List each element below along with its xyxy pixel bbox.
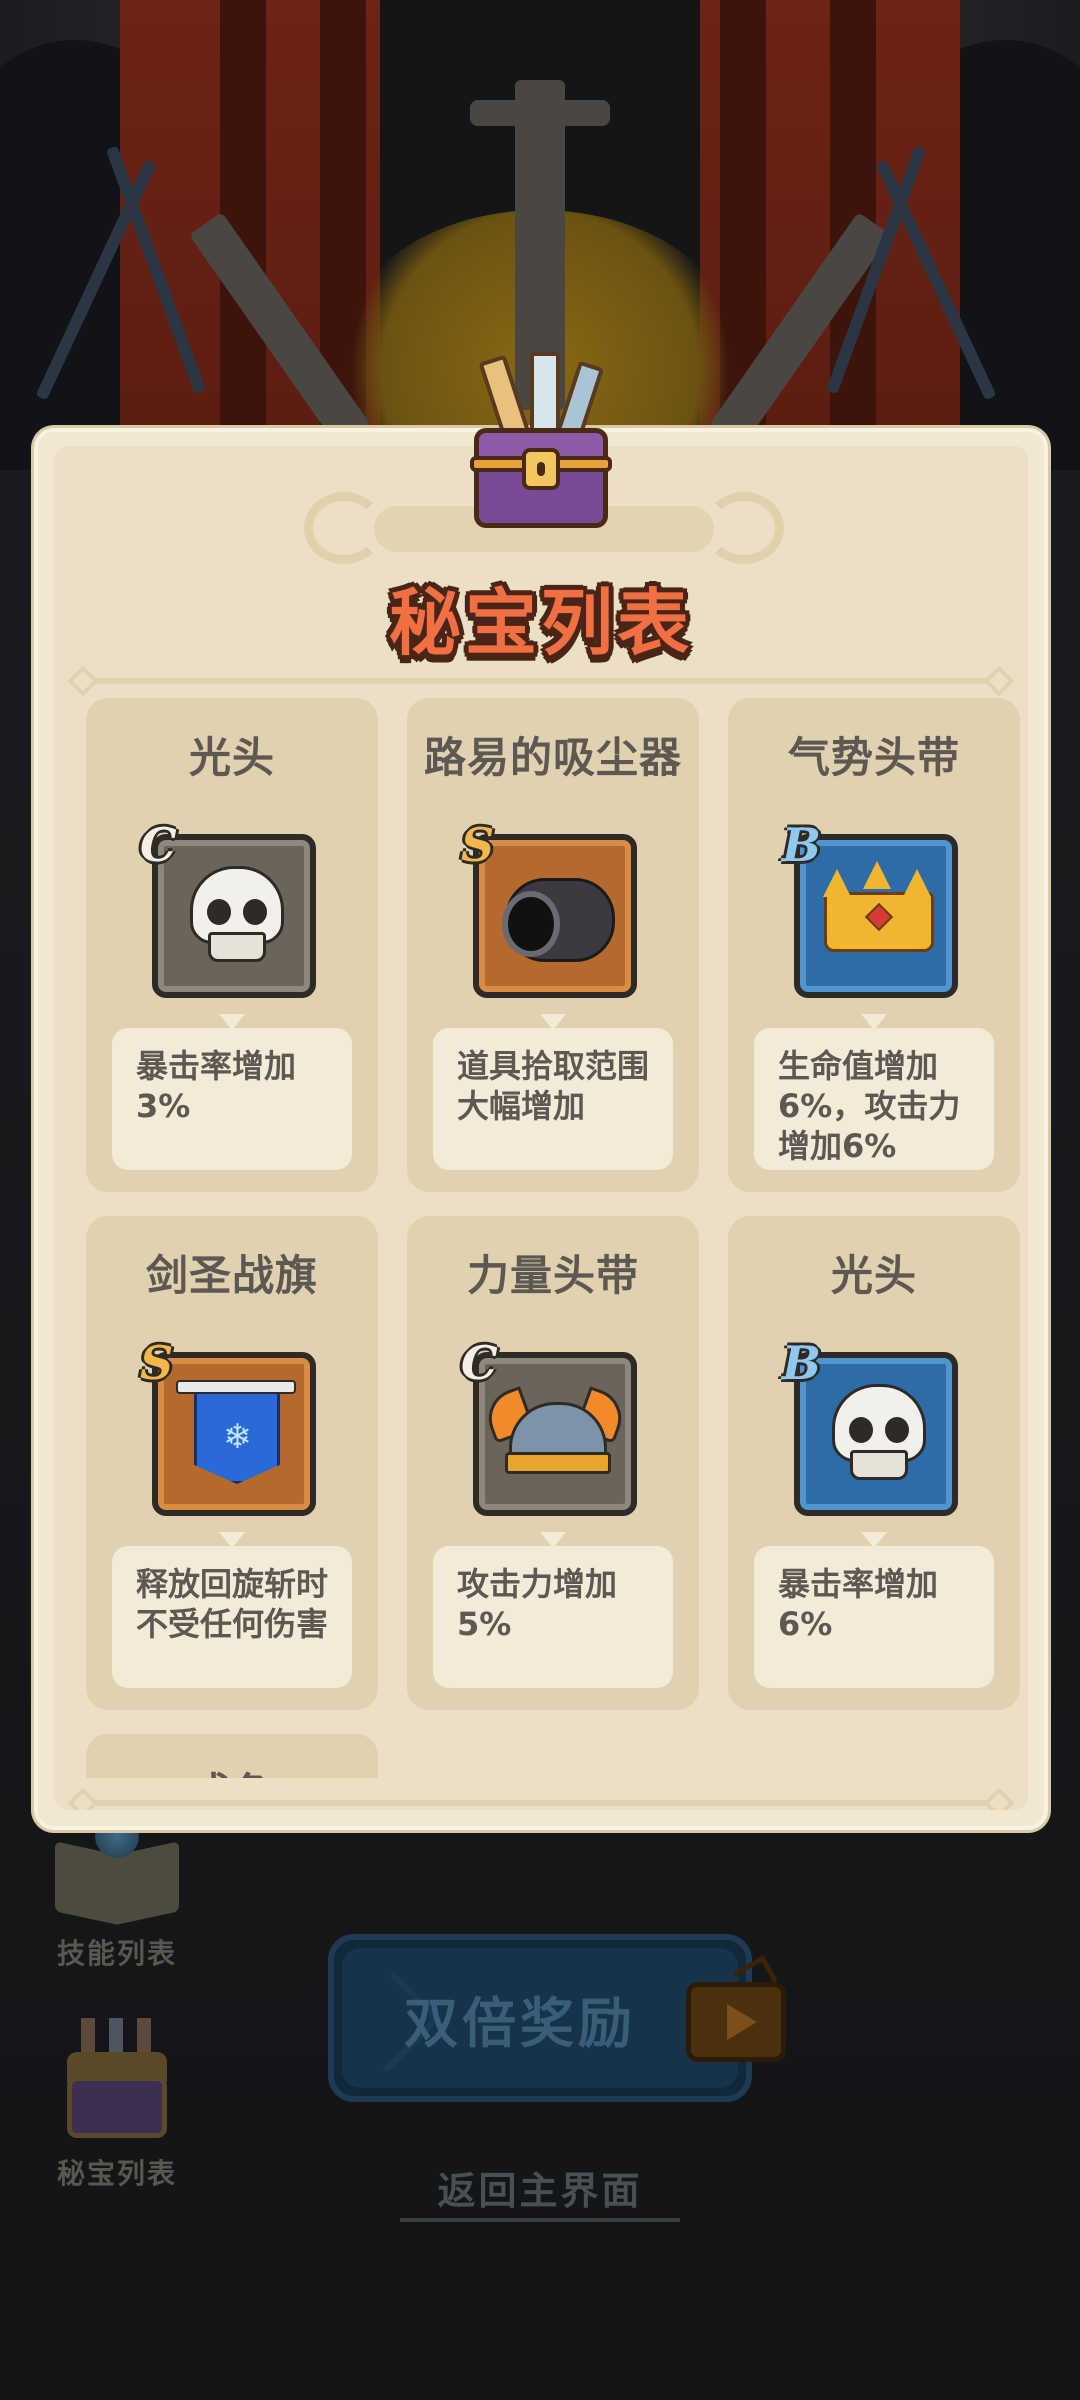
banner-flag-icon: ❄	[152, 1352, 316, 1516]
rank-badge: B	[782, 818, 821, 872]
treasure-name: 光头	[830, 1251, 917, 1300]
treasure-description: 道具拾取范围大幅增加	[457, 1047, 650, 1125]
treasure-card[interactable]: 光头 C 暴击率增加3%	[86, 698, 378, 1192]
rank-badge: B	[782, 1336, 821, 1390]
tv-play-icon	[686, 1982, 786, 2062]
background-sword-guard	[470, 100, 610, 126]
cannon-icon	[473, 834, 637, 998]
treasure-description: 暴击率增加3%	[136, 1047, 297, 1125]
double-reward-label: 双倍奖励	[404, 1991, 636, 2055]
divider	[82, 678, 1000, 684]
treasure-description: 攻击力增加5%	[457, 1565, 618, 1643]
treasure-card[interactable]: 成色	[86, 1734, 378, 1778]
treasure-description: 暴击率增加6%	[778, 1565, 939, 1643]
treasure-description-box: 释放回旋斩时不受任何伤害	[112, 1546, 352, 1688]
treasure-description: 释放回旋斩时不受任何伤害	[136, 1565, 329, 1643]
treasure-name: 路易的吸尘器	[423, 733, 682, 782]
treasure-description-box: 道具拾取范围大幅增加	[433, 1028, 673, 1170]
treasure-list-button[interactable]: 秘宝列表	[38, 2018, 196, 2192]
treasure-description-box: 生命值增加6%，攻击力增加6%	[754, 1028, 994, 1170]
treasure-description-box: 暴击率增加6%	[754, 1546, 994, 1688]
treasure-card[interactable]: 力量头带 C 攻击力增加5%	[407, 1216, 699, 1710]
treasure-description-box: 攻击力增加5%	[433, 1546, 673, 1688]
treasure-description-box: 暴击率增加3%	[112, 1028, 352, 1170]
treasure-list-label: 秘宝列表	[56, 2157, 177, 2190]
rank-badge: C	[140, 818, 177, 872]
treasure-list-modal: 秘宝列表 光头 C 暴击率增加3% 路易的吸尘器 S 道具拾取范围大幅增加 气势…	[34, 428, 1048, 1830]
rank-badge: S	[461, 818, 495, 872]
skills-list-label: 技能列表	[56, 1937, 177, 1970]
treasure-name: 力量头带	[466, 1251, 639, 1300]
treasure-name: 气势头带	[787, 733, 960, 782]
treasure-card[interactable]: 光头 B 暴击率增加6%	[728, 1216, 1020, 1710]
treasure-name: 剑圣战旗	[145, 1251, 318, 1300]
treasure-chest-icon	[47, 2018, 187, 2148]
treasure-chest-icon	[466, 352, 616, 542]
rank-badge: C	[461, 1336, 498, 1390]
return-home-underline	[400, 2218, 680, 2222]
treasure-description: 生命值增加6%，攻击力增加6%	[778, 1047, 961, 1165]
treasure-name: 成色	[86, 1760, 378, 1778]
return-home-link[interactable]: 返回主界面	[400, 2160, 680, 2215]
skills-list-button[interactable]: 技能列表	[38, 1808, 196, 1972]
treasure-card[interactable]: 剑圣战旗 ❄ S 释放回旋斩时不受任何伤害	[86, 1216, 378, 1710]
treasure-grid[interactable]: 光头 C 暴击率增加3% 路易的吸尘器 S 道具拾取范围大幅增加 气势头带 B …	[86, 698, 1020, 1778]
treasure-card[interactable]: 路易的吸尘器 S 道具拾取范围大幅增加	[407, 698, 699, 1192]
treasure-name: 光头	[188, 733, 275, 782]
divider	[82, 1800, 1000, 1806]
treasure-card[interactable]: 气势头带 B 生命值增加6%，攻击力增加6%	[728, 698, 1020, 1192]
modal-body: 秘宝列表 光头 C 暴击率增加3% 路易的吸尘器 S 道具拾取范围大幅增加 气势…	[54, 446, 1028, 1810]
modal-title: 秘宝列表	[388, 581, 693, 665]
rank-badge: S	[140, 1336, 174, 1390]
